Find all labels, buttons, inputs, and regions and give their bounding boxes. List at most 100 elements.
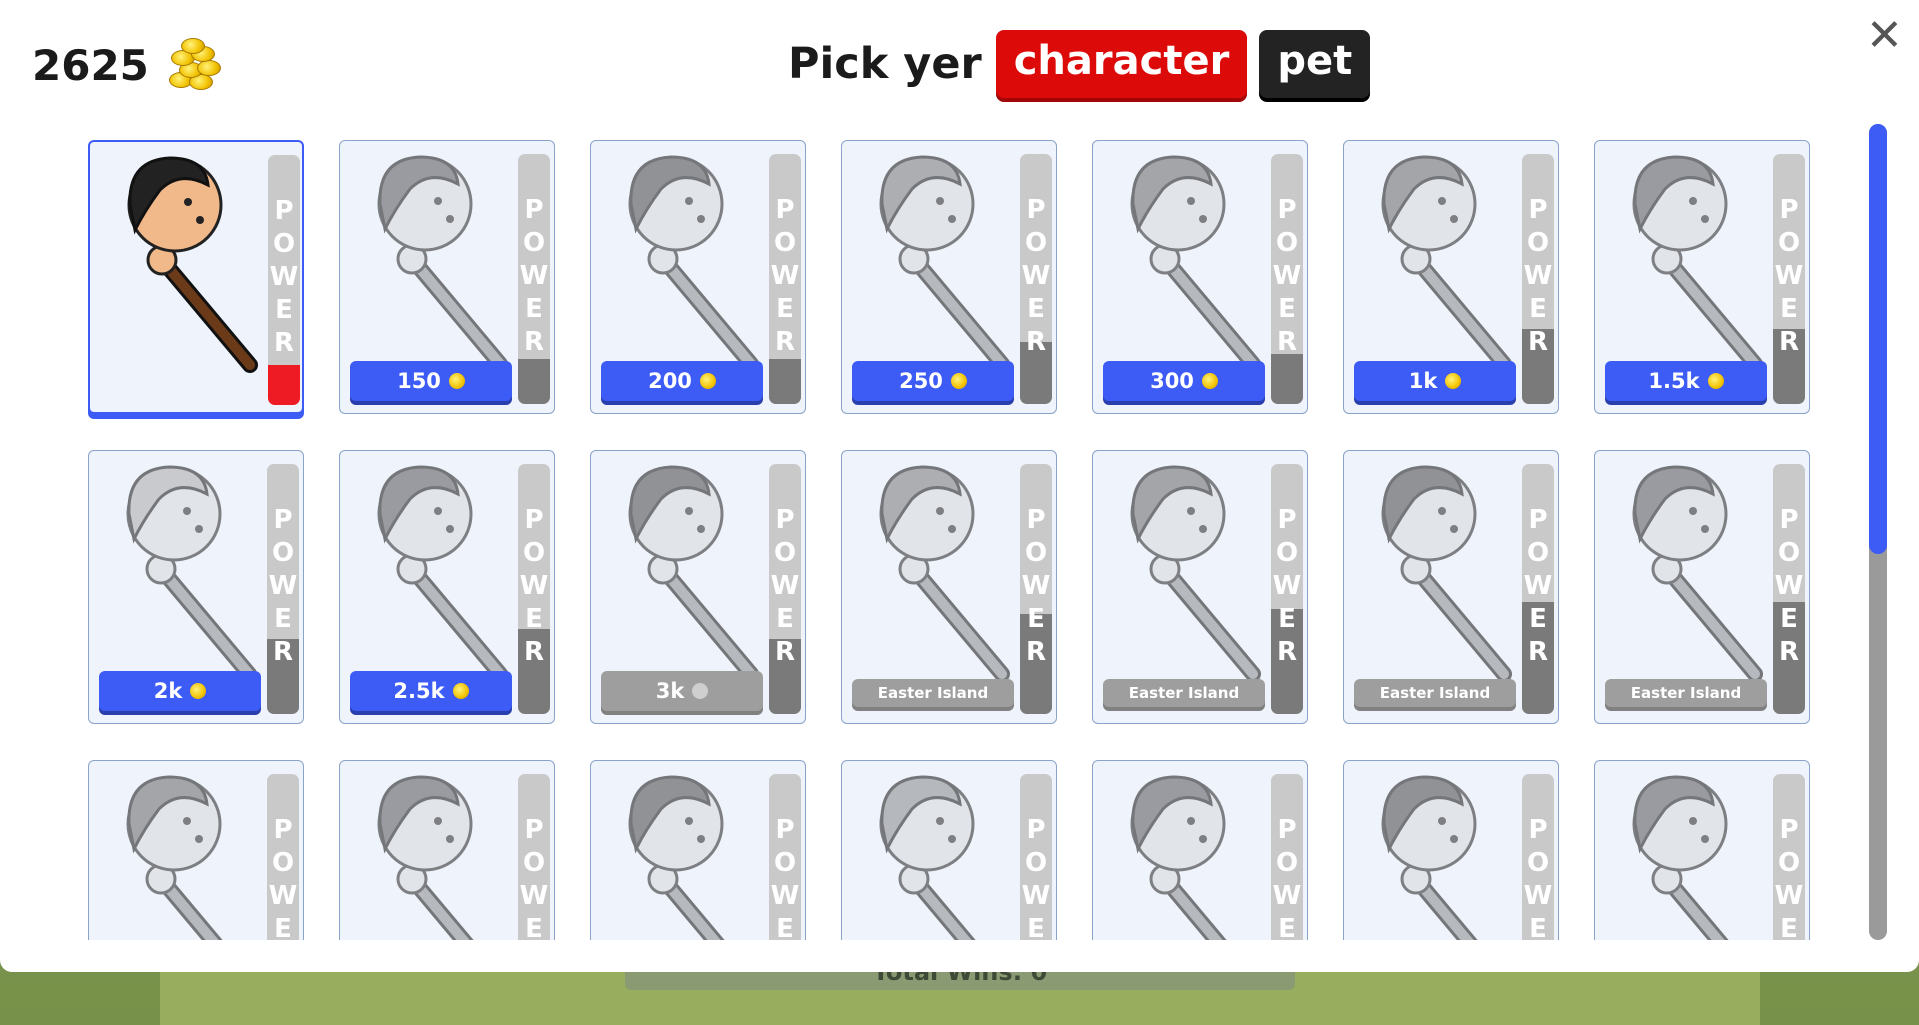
coin-count: 2625	[32, 40, 149, 90]
power-label: P O W E R	[1021, 505, 1051, 667]
character-grid-viewport: P O W E RP O W E R 150 P O W E R 200 P O W E…	[88, 140, 1818, 940]
event-unlock-label: Easter Island	[1354, 679, 1516, 707]
buy-button[interactable]: 2k	[99, 671, 261, 711]
power-label: P O W E R	[770, 505, 800, 667]
character-card[interactable]: P O W E R 2k	[88, 450, 304, 724]
character-card[interactable]: P O W E R 200	[590, 140, 806, 414]
coin-icon	[448, 373, 465, 389]
character-card[interactable]: P O W E R Easter Island	[1594, 450, 1810, 724]
power-meter: P O W E R	[1020, 464, 1052, 714]
price-label: 2k	[153, 679, 183, 703]
price-label: Easter Island	[1379, 684, 1491, 702]
power-meter: P O W E R	[267, 774, 299, 940]
price-label: Easter Island	[877, 684, 989, 702]
power-label: P O W E R	[1272, 505, 1302, 667]
character-grid: P O W E RP O W E R 150 P O W E R 200 P O W E…	[88, 140, 1818, 940]
character-portrait	[1381, 775, 1478, 940]
power-meter: P O W E R	[1271, 464, 1303, 714]
character-portrait	[377, 465, 508, 682]
character-card[interactable]: P O W E R 3k	[590, 450, 806, 724]
coin-stack-icon	[165, 38, 223, 92]
buy-button[interactable]: 200	[601, 361, 763, 401]
character-portrait	[879, 155, 1010, 372]
price-label: 1.5k	[1648, 369, 1700, 393]
character-card[interactable]: P O W E R Easter Island	[1092, 450, 1308, 724]
character-card[interactable]: P O W E R 1k	[1343, 140, 1559, 414]
power-label: P O W E R	[1272, 815, 1302, 940]
character-card[interactable]: P O W E R	[88, 140, 304, 414]
price-label: 250	[899, 369, 943, 393]
character-portrait	[628, 775, 725, 940]
power-label: P O W E R	[268, 505, 298, 667]
title-text: Pick yer	[788, 39, 982, 89]
scrollbar[interactable]	[1869, 124, 1887, 940]
buy-button[interactable]: 250	[852, 361, 1014, 401]
character-portrait	[126, 775, 223, 940]
character-portrait	[1381, 155, 1512, 372]
power-label: P O W E R	[1774, 815, 1804, 940]
character-portrait	[879, 465, 1010, 682]
power-meter: P O W E R	[1271, 774, 1303, 940]
coin-balance: 2625	[32, 38, 223, 92]
price-label: Easter Island	[1128, 684, 1240, 702]
character-card[interactable]: P O W E R	[1092, 760, 1308, 940]
power-label: P O W E R	[770, 195, 800, 357]
power-meter: P O W E R	[1522, 154, 1554, 404]
power-label: P O W E R	[770, 815, 800, 940]
event-unlock-label: Easter Island	[1103, 679, 1265, 707]
character-select-modal: 2625 Pick yer character pet ✕ P O W E RP…	[0, 0, 1919, 972]
tab-character[interactable]: character	[995, 30, 1248, 98]
character-card[interactable]: P O W E R 150	[339, 140, 555, 414]
price-label: 200	[648, 369, 692, 393]
buy-button: 3k	[601, 671, 763, 711]
buy-button[interactable]: 1.5k	[1605, 361, 1767, 401]
character-portrait	[1632, 465, 1763, 682]
power-meter: P O W E R	[1773, 464, 1805, 714]
character-portrait	[377, 775, 474, 940]
character-card[interactable]: P O W E R Easter Island	[841, 450, 1057, 724]
buy-button[interactable]: 2.5k	[350, 671, 512, 711]
buy-button[interactable]: 150	[350, 361, 512, 401]
coin-icon	[190, 683, 207, 699]
tab-pet[interactable]: pet	[1259, 30, 1371, 98]
buy-button[interactable]: 300	[1103, 361, 1265, 401]
power-label: P O W E R	[519, 505, 549, 667]
buy-button[interactable]: 1k	[1354, 361, 1516, 401]
power-label: P O W E R	[1523, 815, 1553, 940]
power-meter-fill	[769, 359, 801, 404]
power-label: P O W E R	[1523, 195, 1553, 357]
character-portrait	[1130, 465, 1261, 682]
power-label: P O W E R	[1021, 195, 1051, 357]
power-meter: P O W E R	[769, 154, 801, 404]
power-label: P O W E R	[1272, 195, 1302, 357]
power-label: P O W E R	[519, 815, 549, 940]
character-card[interactable]: P O W E R	[339, 760, 555, 940]
character-portrait	[879, 775, 976, 940]
character-portrait	[628, 155, 759, 372]
power-label: P O W E R	[519, 195, 549, 357]
power-label: P O W E R	[269, 196, 299, 358]
character-card[interactable]: P O W E R	[88, 760, 304, 940]
power-meter: P O W E R	[518, 774, 550, 940]
close-icon[interactable]: ✕	[1866, 10, 1903, 61]
scrollbar-thumb[interactable]	[1869, 124, 1887, 554]
power-meter: P O W E R	[1773, 774, 1805, 940]
character-card[interactable]: P O W E R 300	[1092, 140, 1308, 414]
character-card[interactable]: P O W E R	[1343, 760, 1559, 940]
character-card[interactable]: P O W E R 250	[841, 140, 1057, 414]
event-unlock-label: Easter Island	[852, 679, 1014, 707]
coin-icon	[950, 373, 967, 389]
character-portrait	[1381, 465, 1512, 682]
power-meter: P O W E R	[1522, 464, 1554, 714]
power-meter: P O W E R	[769, 774, 801, 940]
character-card[interactable]: P O W E R Easter Island	[1343, 450, 1559, 724]
character-portrait	[628, 465, 759, 682]
character-card[interactable]: P O W E R	[590, 760, 806, 940]
character-card[interactable]: P O W E R 2.5k	[339, 450, 555, 724]
power-label: P O W E R	[1523, 505, 1553, 667]
power-meter-fill	[268, 365, 300, 405]
character-card[interactable]: P O W E R	[841, 760, 1057, 940]
character-card[interactable]: P O W E R	[1594, 760, 1810, 940]
character-card[interactable]: P O W E R 1.5k	[1594, 140, 1810, 414]
price-label: 2.5k	[393, 679, 445, 703]
